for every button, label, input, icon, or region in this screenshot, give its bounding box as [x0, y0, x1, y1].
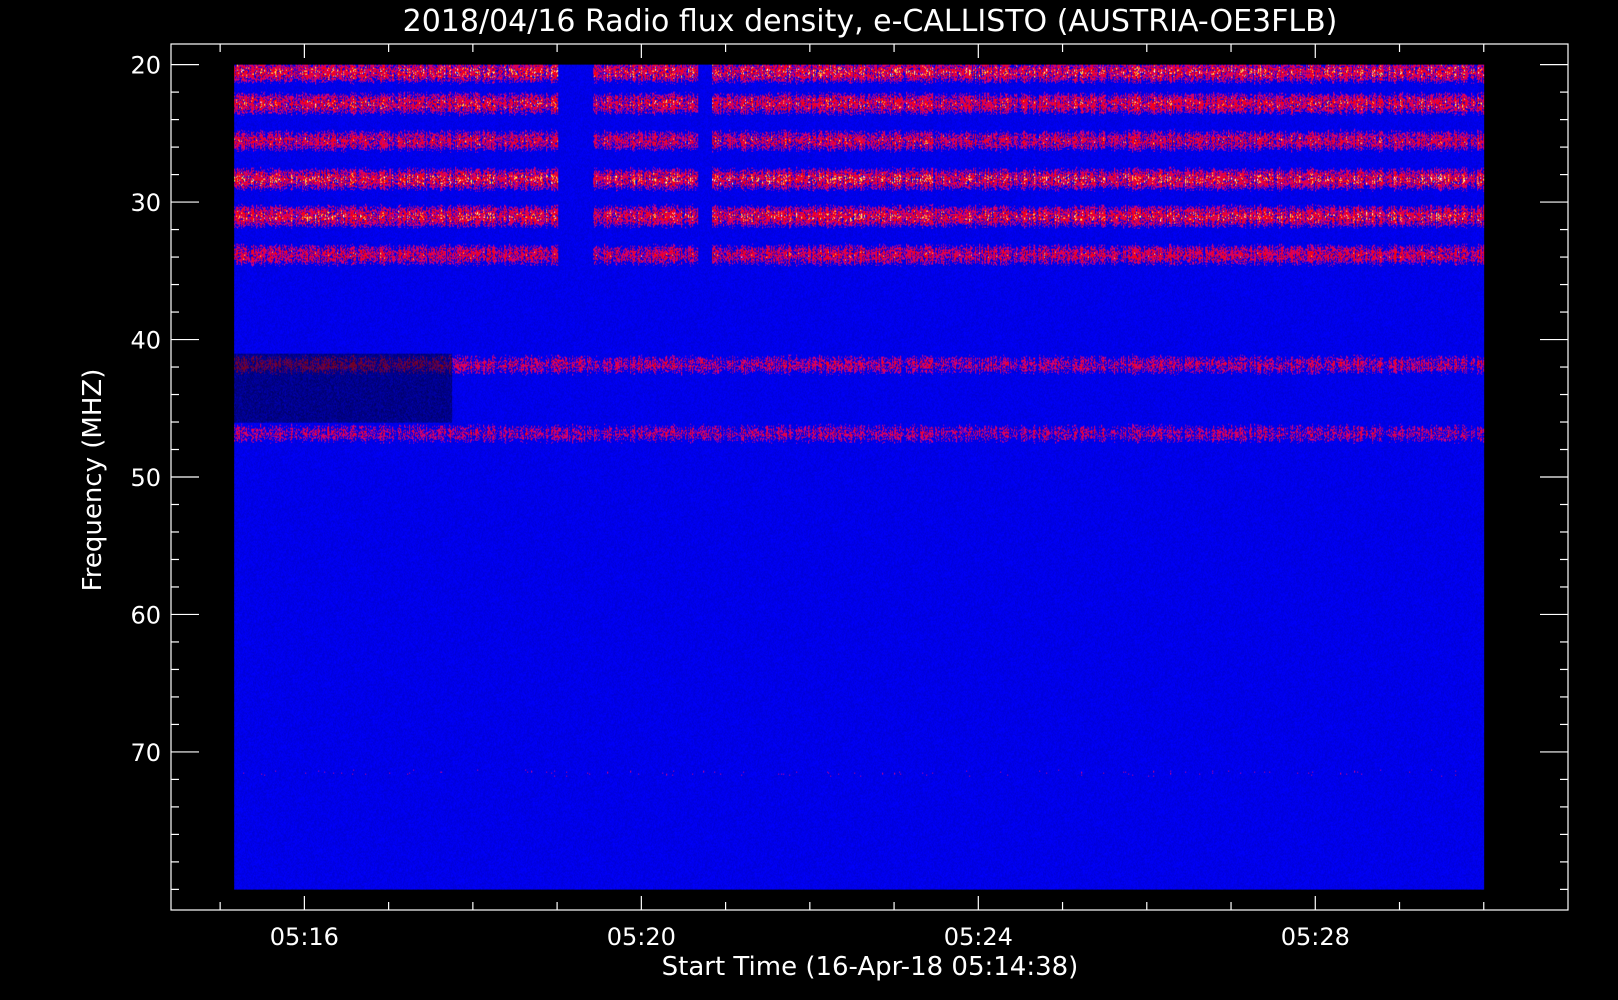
y-tick-label: 70 — [130, 739, 161, 767]
spectrogram-area — [234, 64, 1485, 890]
spectrogram-chart: 2018/04/16 Radio flux density, e-CALLIST… — [0, 0, 1618, 1000]
y-axis-label: Frequency (MHZ) — [78, 369, 108, 592]
x-tick-label: 05:24 — [944, 923, 1013, 951]
x-tick-label: 05:28 — [1281, 923, 1350, 951]
spectrogram-image — [234, 64, 1485, 890]
x-axis-label: Start Time (16-Apr-18 05:14:38) — [662, 952, 1079, 982]
x-tick-label: 05:16 — [270, 923, 339, 951]
x-tick-label: 05:20 — [607, 923, 676, 951]
y-tick-label: 20 — [130, 52, 161, 80]
chart-title: 2018/04/16 Radio flux density, e-CALLIST… — [403, 4, 1338, 39]
y-tick-label: 30 — [130, 189, 161, 217]
y-tick-label: 40 — [130, 327, 161, 355]
y-tick-label: 60 — [130, 601, 161, 629]
y-tick-label: 50 — [130, 464, 161, 492]
